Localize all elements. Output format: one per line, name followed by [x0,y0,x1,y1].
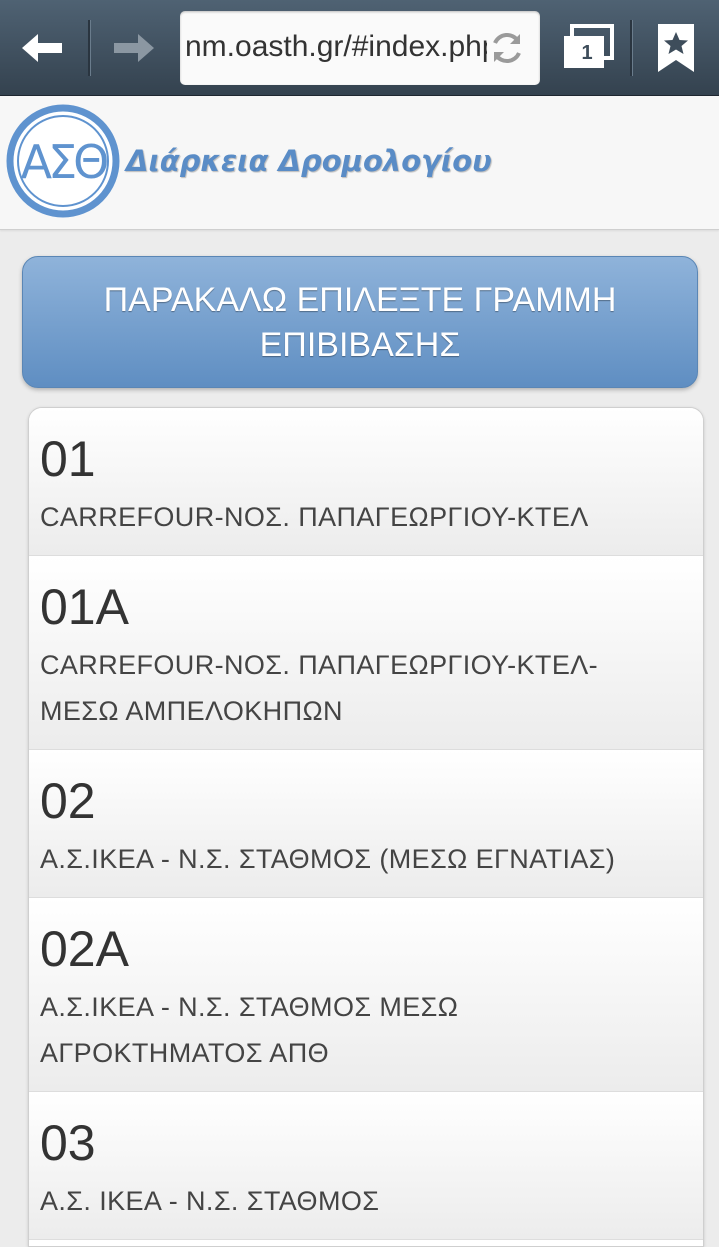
line-name: Α.Σ. ΙΚΕΑ - Ν.Σ. ΣΤΑΘΜΟΣ [40,1186,380,1216]
line-code: 01 [40,431,96,487]
browser-toolbar: nm.oasth.gr/#index.php 1 [0,0,719,96]
line-code: 03 [40,1115,96,1171]
oasth-logo: ΑΣΘ [6,104,120,218]
list-item-line-03[interactable]: 03 Α.Σ. ΙΚΕΑ - Ν.Σ. ΣΤΑΘΜΟΣ [29,1092,703,1240]
toolbar-separator [630,20,632,76]
line-name: Α.Σ.ΙΚΕΑ - Ν.Σ. ΣΤΑΘΜΟΣ ΜΕΣΩ ΑΓΡΟΚΤΗΜΑΤΟ… [40,992,459,1068]
list-item-line-01a[interactable]: 01Α CARREFOUR-ΝΟΣ. ΠΑΠΑΓΕΩΡΓΙΟΥ-ΚΤΕΛ-ΜΕΣ… [29,556,703,750]
back-arrow-icon [22,34,62,62]
address-bar[interactable]: nm.oasth.gr/#index.php [180,11,540,85]
back-button[interactable] [6,12,78,84]
toolbar-separator [88,20,90,76]
select-line-prompt: ΠΑΡΑΚΑΛΩ ΕΠΙΛΕΞΤΕ ΓΡΑΜΜΗ ΕΠΙΒΙΒΑΣΗΣ [22,256,698,388]
tab-count: 1 [581,42,593,64]
app-header: ΑΣΘ Διάρκεια Δρομολογίου [0,96,719,230]
app-title: Διάρκεια Δρομολογίου [126,144,492,178]
list-item-line-01[interactable]: 01 CARREFOUR-ΝΟΣ. ΠΑΠΑΓΕΩΡΓΙΟΥ-ΚΤΕΛ [29,408,703,556]
line-code: 02 [40,773,96,829]
refresh-icon[interactable] [488,29,526,67]
bookmark-star-icon [658,24,694,72]
line-code: 02Α [40,921,129,977]
line-name: CARREFOUR-ΝΟΣ. ΠΑΠΑΓΕΩΡΓΙΟΥ-ΚΤΕΛ [40,502,589,532]
list-item-line-02a[interactable]: 02Α Α.Σ.ΙΚΕΑ - Ν.Σ. ΣΤΑΘΜΟΣ ΜΕΣΩ ΑΓΡΟΚΤΗ… [29,898,703,1092]
forward-arrow-icon [114,34,154,62]
logo-text: ΑΣΘ [21,135,108,189]
tabs-button[interactable]: 1 [552,12,624,84]
line-name: Α.Σ.ΙΚΕΑ - Ν.Σ. ΣΤΑΘΜΟΣ (ΜΕΣΩ ΕΓΝΑΤΙΑΣ) [40,844,616,874]
bus-line-list: 01 CARREFOUR-ΝΟΣ. ΠΑΠΑΓΕΩΡΓΙΟΥ-ΚΤΕΛ 01Α … [28,407,704,1247]
line-code: 01Α [40,579,129,635]
list-item-line-02[interactable]: 02 Α.Σ.ΙΚΕΑ - Ν.Σ. ΣΤΑΘΜΟΣ (ΜΕΣΩ ΕΓΝΑΤΙΑ… [29,750,703,898]
line-name: CARREFOUR-ΝΟΣ. ΠΑΠΑΓΕΩΡΓΙΟΥ-ΚΤΕΛ-ΜΕΣΩ ΑΜ… [40,650,599,726]
forward-button[interactable] [98,12,170,84]
url-text[interactable]: nm.oasth.gr/#index.php [185,30,487,64]
bookmarks-button[interactable] [640,12,712,84]
